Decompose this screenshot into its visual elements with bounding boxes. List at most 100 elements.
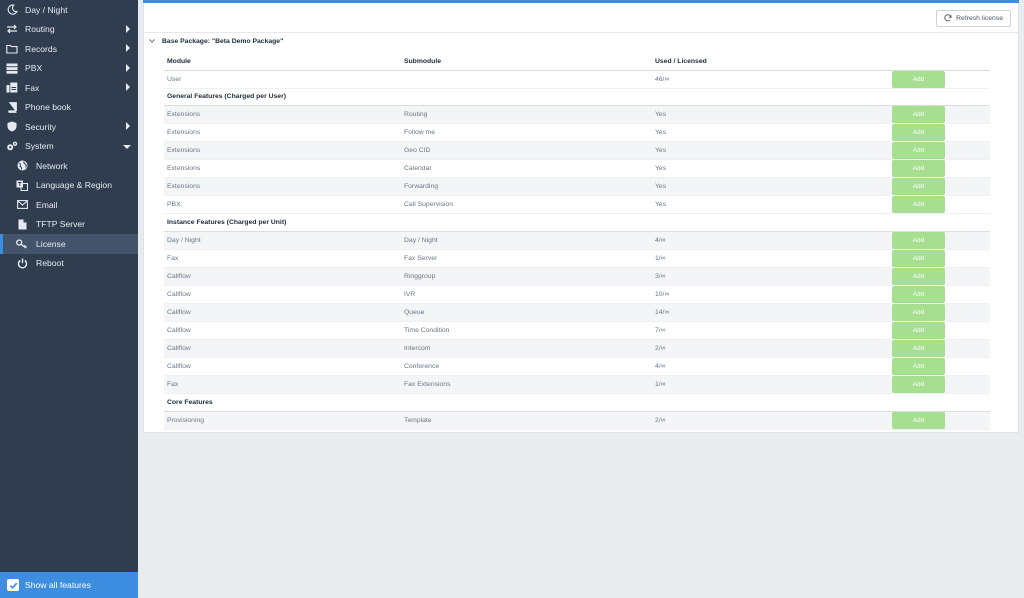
column-header-submodule: Submodule — [401, 54, 652, 71]
module-cell: Provisioning — [164, 411, 401, 430]
file-icon — [16, 218, 28, 230]
module-cell: Callflow — [164, 267, 401, 287]
sidebar-item-fax[interactable]: Fax — [0, 78, 138, 98]
server-icon — [5, 62, 19, 74]
table-row: Callflow Ringgroup 3/∞ Add — [164, 267, 990, 287]
table-row: Extensions Geo CID Yes Add — [164, 141, 990, 161]
add-button[interactable]: Add — [892, 268, 945, 286]
module-cell: Fax — [164, 375, 401, 395]
used-licensed-cell: Yes — [652, 159, 889, 179]
add-button[interactable]: Add — [892, 70, 945, 88]
used-licensed-cell: 2/∞ — [652, 339, 889, 359]
sidebar-item-label: System — [25, 141, 54, 152]
table-row: Fax Fax Extensions 1/∞ Add — [164, 375, 990, 395]
sidebar-item-phone-book[interactable]: Phone book — [0, 98, 138, 118]
power-icon — [16, 257, 28, 269]
module-cell: Callflow — [164, 339, 401, 359]
add-button[interactable]: Add — [892, 358, 945, 376]
license-table-body: User 46/∞ Add General Features (Charged per… — [164, 70, 990, 430]
add-button[interactable]: Add — [892, 142, 945, 160]
submodule-cell: Fax Server — [401, 249, 652, 269]
section-header-row: Core Features — [164, 393, 990, 412]
sidebar-item-pbx[interactable]: PBX — [0, 59, 138, 79]
table-row: Callflow IVR 10/∞ Add — [164, 285, 990, 305]
add-button[interactable]: Add — [892, 196, 945, 214]
chevron-down-icon — [123, 144, 131, 149]
action-cell: Add — [889, 357, 990, 377]
divider — [144, 32, 1018, 33]
add-button[interactable]: Add — [892, 286, 945, 304]
module-cell: Extensions — [164, 123, 401, 143]
sidebar-item-reboot[interactable]: Reboot — [0, 254, 138, 274]
sidebar-item-label: Email — [36, 199, 58, 210]
module-cell: Extensions — [164, 159, 401, 179]
used-licensed-cell: 4/∞ — [652, 231, 889, 251]
module-cell: Callflow — [164, 303, 401, 323]
sidebar-item-email[interactable]: Email — [0, 195, 138, 215]
table-header-row: Module Submodule Used / Licensed — [164, 54, 990, 71]
refresh-license-button[interactable]: Refresh license — [936, 10, 1011, 27]
action-cell: Add — [889, 177, 990, 197]
chevron-right-icon — [126, 63, 130, 72]
sidebar-item-system[interactable]: System — [0, 137, 138, 157]
envelope-icon — [16, 199, 28, 211]
submodule-cell: Call Supervision — [401, 195, 652, 215]
used-licensed-cell: 4/∞ — [652, 357, 889, 377]
used-licensed-cell: 2/∞ — [652, 411, 889, 430]
add-button[interactable]: Add — [892, 178, 945, 196]
package-header[interactable]: Base Package: "Beta Demo Package" — [148, 34, 283, 48]
table-row: User 46/∞ Add — [164, 70, 990, 89]
refresh-license-label: Refresh license — [956, 15, 1003, 22]
used-licensed-cell: Yes — [652, 123, 889, 143]
sidebar-item-label: Fax — [25, 82, 40, 93]
sidebar-item-label: TFTP Server — [36, 219, 86, 230]
sidebar-item-label: Security — [25, 121, 57, 132]
add-button[interactable]: Add — [892, 124, 945, 142]
module-cell: Callflow — [164, 357, 401, 377]
add-button[interactable]: Add — [892, 340, 945, 358]
submodule-cell: Calendar — [401, 159, 652, 179]
sidebar-item-label: Records — [25, 43, 57, 54]
sidebar-item-day-night[interactable]: Day / Night — [0, 0, 138, 20]
table-row: Extensions Follow me Yes Add — [164, 123, 990, 143]
add-button[interactable]: Add — [892, 322, 945, 340]
shield-icon — [5, 121, 19, 133]
add-button[interactable]: Add — [892, 250, 945, 268]
folder-icon — [5, 43, 19, 55]
chevron-right-icon — [126, 83, 130, 91]
submodule-cell: Geo CID — [401, 141, 652, 161]
add-button[interactable]: Add — [892, 376, 945, 394]
sidebar-item-language-and-region[interactable]: Language & Region — [0, 176, 138, 196]
module-cell: User — [164, 70, 401, 89]
table-row: Provisioning Template 2/∞ Add — [164, 411, 990, 430]
sidebar-item-network[interactable]: Network — [0, 156, 138, 176]
module-cell: Callflow — [164, 321, 401, 341]
add-button[interactable]: Add — [892, 411, 945, 429]
table-row: Extensions Routing Yes Add — [164, 105, 990, 125]
show-all-features-toggle[interactable]: Show all features — [0, 572, 138, 598]
table-row: PBX Call Supervision Yes Add — [164, 195, 990, 215]
sidebar-item-tftp-server[interactable]: TFTP Server — [0, 215, 138, 235]
add-button[interactable]: Add — [892, 160, 945, 178]
submodule-cell: Follow me — [401, 123, 652, 143]
checkbox-icon[interactable] — [7, 579, 19, 591]
used-licensed-cell: Yes — [652, 141, 889, 161]
action-cell: Add — [889, 70, 990, 89]
add-button[interactable]: Add — [892, 304, 945, 322]
sidebar-item-routing[interactable]: Routing — [0, 20, 138, 40]
submodule-cell: Conference — [401, 357, 652, 377]
sidebar-item-security[interactable]: Security — [0, 117, 138, 137]
chevron-down-icon[interactable] — [148, 37, 156, 45]
sidebar-item-records[interactable]: Records — [0, 39, 138, 59]
sidebar-item-license[interactable]: License — [0, 234, 138, 254]
add-button[interactable]: Add — [892, 232, 945, 250]
submodule-cell: Intercom — [401, 339, 652, 359]
add-button[interactable]: Add — [892, 106, 945, 124]
sidebar-item-label: PBX — [25, 63, 43, 74]
language-icon — [16, 179, 28, 191]
license-table: Module Submodule Used / Licensed User 46/… — [164, 54, 990, 430]
submodule-cell: Routing — [401, 105, 652, 125]
action-cell: Add — [889, 141, 990, 161]
table-row: Callflow Queue 14/∞ Add — [164, 303, 990, 323]
section-header: Core Features — [164, 393, 990, 412]
